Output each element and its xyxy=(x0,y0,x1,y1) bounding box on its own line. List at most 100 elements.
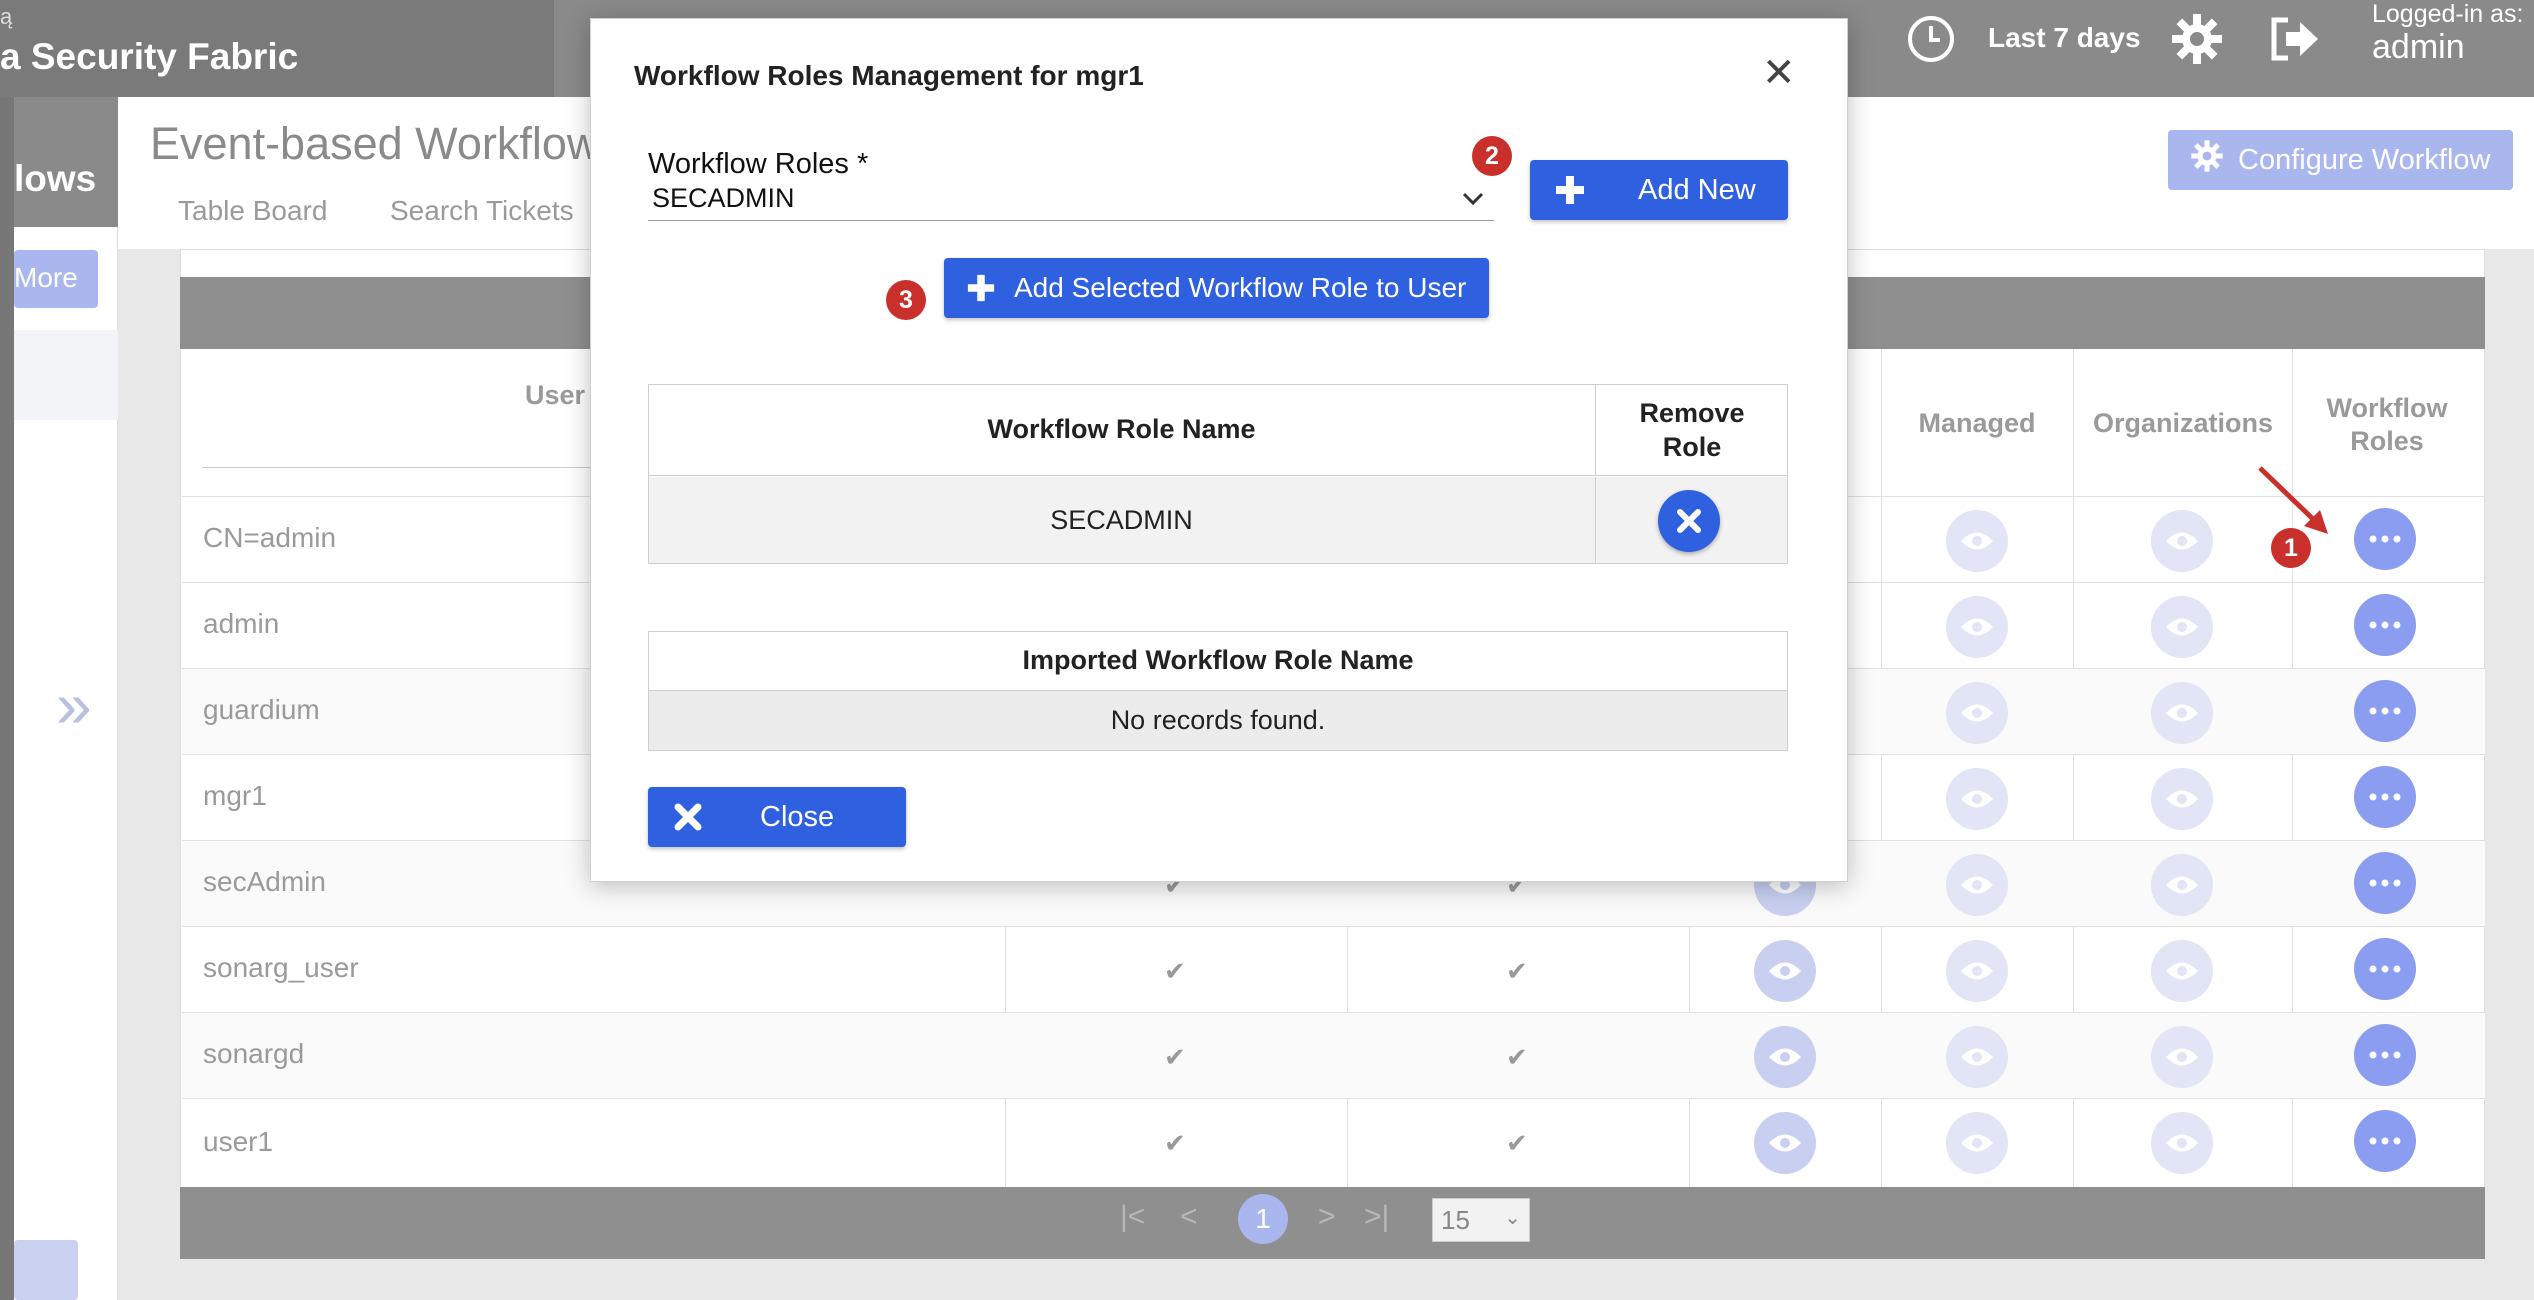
current-page-button[interactable]: 1 xyxy=(1238,1194,1288,1244)
check-icon: ✔ xyxy=(1164,1128,1186,1158)
eye-icon[interactable] xyxy=(1946,854,2008,916)
plus-icon xyxy=(966,273,996,303)
column-header-role-name: Workflow Role Name xyxy=(648,384,1596,476)
first-page-icon[interactable]: |< xyxy=(1120,1200,1145,1234)
step-badge-1: 1 xyxy=(2271,528,2311,568)
brand-top-text: ą xyxy=(0,4,13,29)
gear-icon[interactable] xyxy=(2170,12,2224,71)
side-panel-item[interactable] xyxy=(14,330,118,420)
check-icon: ✔ xyxy=(1506,1042,1528,1072)
column-header-workflow-roles-line2: Roles xyxy=(2350,426,2424,456)
tab-search-tickets[interactable]: Search Tickets xyxy=(390,195,574,227)
eye-icon[interactable] xyxy=(2151,854,2213,916)
eye-icon[interactable] xyxy=(2151,1112,2213,1174)
row-username: user1 xyxy=(203,1126,274,1157)
eye-icon[interactable] xyxy=(1946,940,2008,1002)
close-button[interactable]: Close xyxy=(648,787,906,847)
next-page-icon[interactable]: > xyxy=(1318,1200,1336,1234)
gear-icon xyxy=(2190,139,2224,181)
eye-icon[interactable] xyxy=(1946,1026,2008,1088)
eye-icon[interactable] xyxy=(2151,682,2213,744)
check-icon: ✔ xyxy=(1164,956,1186,986)
side-panel-title: lows xyxy=(14,158,97,199)
ellipsis-icon[interactable] xyxy=(2354,938,2416,1000)
table-row[interactable] xyxy=(182,1012,2485,1098)
ellipsis-icon[interactable] xyxy=(2354,594,2416,656)
logout-icon[interactable] xyxy=(2268,14,2322,69)
row-username: secAdmin xyxy=(203,866,326,897)
step-badge-2: 2 xyxy=(1472,136,1512,176)
left-edge-strip xyxy=(0,97,14,1300)
empty-records-message: No records found. xyxy=(649,691,1787,750)
side-panel-bottom-button[interactable] xyxy=(14,1240,78,1300)
column-header-workflow-roles[interactable]: Workflow Roles xyxy=(2292,392,2482,458)
page-size-value: 15 xyxy=(1441,1205,1470,1235)
ellipsis-icon[interactable] xyxy=(2354,1024,2416,1086)
plus-icon xyxy=(1554,174,1586,206)
table-row[interactable] xyxy=(182,926,2485,1012)
add-selected-role-label: Add Selected Workflow Role to User xyxy=(1014,272,1467,303)
column-divider xyxy=(1881,349,1882,499)
row-username: sonargd xyxy=(203,1038,305,1069)
add-new-button[interactable]: Add New xyxy=(1530,160,1788,220)
chevron-down-icon: ⌄ xyxy=(1504,1207,1521,1229)
eye-icon[interactable] xyxy=(1946,768,2008,830)
eye-icon[interactable] xyxy=(2151,940,2213,1002)
eye-icon[interactable] xyxy=(2151,768,2213,830)
check-icon: ✔ xyxy=(1506,1128,1528,1158)
brand-name[interactable]: a Security Fabric xyxy=(0,36,298,78)
configure-workflow-label: Configure Workflow xyxy=(2238,143,2491,176)
add-selected-role-button[interactable]: Add Selected Workflow Role to User xyxy=(944,258,1489,318)
check-icon: ✔ xyxy=(1506,956,1528,986)
page-size-select[interactable]: 15 ⌄ xyxy=(1432,1198,1530,1242)
column-header-managed[interactable]: Managed xyxy=(1884,408,2070,439)
eye-icon[interactable] xyxy=(1946,510,2008,572)
more-button[interactable]: More xyxy=(14,250,98,308)
eye-icon[interactable] xyxy=(1754,1026,1816,1088)
step-badge-3: 3 xyxy=(886,280,926,320)
column-header-imported-role-name: Imported Workflow Role Name xyxy=(648,631,1788,691)
column-header-organizations[interactable]: Organizations xyxy=(2075,408,2291,439)
tab-table-board[interactable]: Table Board xyxy=(178,195,327,227)
workflow-roles-selected-value[interactable]: SECADMIN xyxy=(652,183,795,214)
double-chevron-right-icon[interactable]: » xyxy=(56,668,92,742)
dialog-title: Workflow Roles Management for mgr1 xyxy=(634,60,1144,91)
eye-icon[interactable] xyxy=(1754,940,1816,1002)
ellipsis-icon[interactable] xyxy=(2354,1110,2416,1172)
page-title: Event-based Workflow xyxy=(150,118,600,169)
last-page-icon[interactable]: >| xyxy=(1364,1200,1389,1234)
chevron-down-icon[interactable] xyxy=(1462,182,1484,213)
row-username: guardium xyxy=(203,694,320,725)
check-icon: ✔ xyxy=(1164,1042,1186,1072)
remove-role-header-line1: Remove xyxy=(1639,397,1745,428)
time-range-label[interactable]: Last 7 days xyxy=(1988,22,2141,54)
times-circle-icon[interactable] xyxy=(1658,490,1720,552)
row-username: mgr1 xyxy=(203,780,267,811)
previous-page-icon[interactable]: < xyxy=(1180,1200,1198,1234)
logged-in-label: Logged-in as: xyxy=(2372,0,2524,28)
ellipsis-icon[interactable] xyxy=(2354,766,2416,828)
eye-icon[interactable] xyxy=(1946,682,2008,744)
eye-icon[interactable] xyxy=(1946,1112,2008,1174)
ellipsis-icon[interactable] xyxy=(2354,508,2416,570)
column-header-remove-role: Remove Role xyxy=(1596,384,1788,476)
close-icon xyxy=(674,803,702,831)
row-username: admin xyxy=(203,608,280,639)
role-name-cell: SECADMIN xyxy=(648,477,1596,563)
ellipsis-icon[interactable] xyxy=(2354,680,2416,742)
row-username: sonarg_user xyxy=(203,952,359,983)
eye-icon[interactable] xyxy=(1754,1112,1816,1174)
table-row[interactable] xyxy=(182,1098,2485,1187)
ellipsis-icon[interactable] xyxy=(2354,852,2416,914)
user-filter-underline xyxy=(202,467,602,468)
eye-icon[interactable] xyxy=(2151,596,2213,658)
eye-icon[interactable] xyxy=(2151,510,2213,572)
column-header-workflow-roles-line1: Workflow xyxy=(2326,393,2448,423)
configure-workflow-button[interactable]: Configure Workflow xyxy=(2168,130,2513,190)
eye-icon[interactable] xyxy=(1946,596,2008,658)
clock-icon[interactable] xyxy=(1906,14,1956,69)
close-icon[interactable]: ✕ xyxy=(1762,50,1796,96)
eye-icon[interactable] xyxy=(2151,1026,2213,1088)
logged-in-user[interactable]: admin xyxy=(2372,28,2465,67)
row-username: CN=admin xyxy=(203,522,337,553)
